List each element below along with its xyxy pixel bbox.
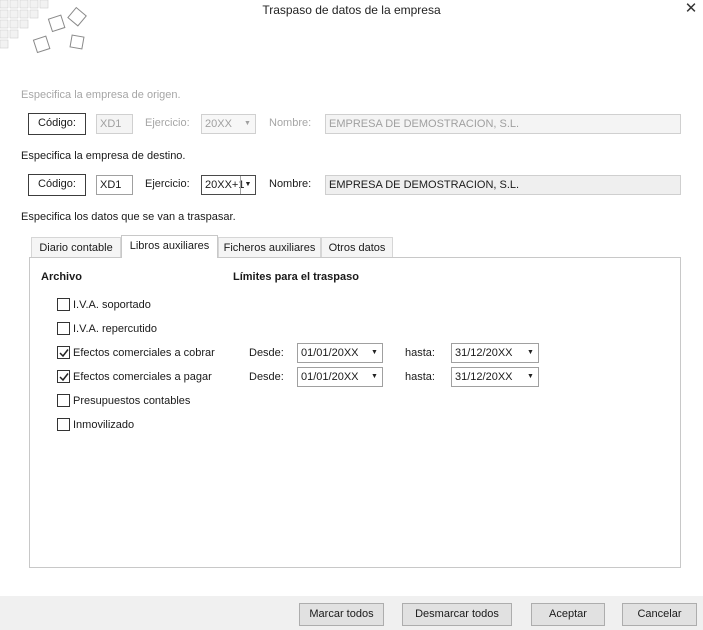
marcar-todos-button[interactable]: Marcar todos <box>299 603 384 626</box>
efectos-pagar-desde-select[interactable]: 01/01/20XX ▼ <box>297 367 383 387</box>
limites-header: Límites para el traspaso <box>233 271 359 283</box>
efectos-pagar-hasta-label: hasta: <box>405 371 435 383</box>
presupuestos-label: Presupuestos contables <box>73 395 191 407</box>
window-title: Traspaso de datos de la empresa <box>262 3 441 17</box>
destino-nombre-field: EMPRESA DE DEMOSTRACION, S.L. <box>325 175 681 195</box>
destino-section-label: Especifica la empresa de destino. <box>21 150 186 162</box>
iva-repercutido-checkbox[interactable] <box>57 322 70 335</box>
chevron-down-icon: ▼ <box>371 349 378 356</box>
list-item-iva-repercutido: I.V.A. repercutido <box>57 322 237 338</box>
aceptar-button[interactable]: Aceptar <box>531 603 605 626</box>
efectos-cobrar-desde-value: 01/01/20XX <box>301 347 359 359</box>
origen-section-label: Especifica la empresa de origen. <box>21 89 181 101</box>
iva-repercutido-label: I.V.A. repercutido <box>73 323 157 335</box>
efectos-pagar-hasta-value: 31/12/20XX <box>455 371 513 383</box>
efectos-cobrar-hasta-select[interactable]: 31/12/20XX ▼ <box>451 343 539 363</box>
iva-soportado-label: I.V.A. soportado <box>73 299 151 311</box>
chevron-down-icon: ▼ <box>527 349 534 356</box>
efectos-pagar-hasta-select[interactable]: 31/12/20XX ▼ <box>451 367 539 387</box>
tab-libros-auxiliares[interactable]: Libros auxiliares <box>121 235 218 258</box>
chevron-down-icon: ▼ <box>240 176 255 194</box>
efectos-cobrar-checkbox[interactable] <box>57 346 70 359</box>
efectos-pagar-desde-value: 01/01/20XX <box>301 371 359 383</box>
checkmark-icon <box>59 373 69 382</box>
list-item-efectos-cobrar: Efectos comerciales a cobrar <box>57 346 237 362</box>
list-item-iva-soportado: I.V.A. soportado <box>57 298 237 314</box>
list-item-inmovilizado: Inmovilizado <box>57 418 237 434</box>
destino-codigo-field[interactable]: XD1 <box>96 175 133 195</box>
origen-codigo-button[interactable]: Código: <box>28 113 86 135</box>
chevron-down-icon: ▼ <box>244 120 251 127</box>
efectos-cobrar-desde-label: Desde: <box>249 347 284 359</box>
efectos-pagar-checkbox[interactable] <box>57 370 70 383</box>
datos-section-label: Especifica los datos que se van a traspa… <box>21 211 236 223</box>
efectos-cobrar-label: Efectos comerciales a cobrar <box>73 347 215 359</box>
inmovilizado-checkbox[interactable] <box>57 418 70 431</box>
origen-nombre-label: Nombre: <box>269 117 312 129</box>
origen-codigo-field[interactable]: XD1 <box>96 114 133 134</box>
tab-otros-datos[interactable]: Otros datos <box>321 237 393 258</box>
cancelar-button[interactable]: Cancelar <box>622 603 697 626</box>
chevron-down-icon: ▼ <box>371 373 378 380</box>
presupuestos-checkbox[interactable] <box>57 394 70 407</box>
destino-ejercicio-select[interactable]: 20XX+1 ▼ <box>201 175 256 195</box>
efectos-cobrar-desde-select[interactable]: 01/01/20XX ▼ <box>297 343 383 363</box>
tab-diario-contable[interactable]: Diario contable <box>31 237 121 258</box>
efectos-pagar-label: Efectos comerciales a pagar <box>73 371 212 383</box>
list-item-efectos-pagar: Efectos comerciales a pagar <box>57 370 237 386</box>
efectos-cobrar-hasta-value: 31/12/20XX <box>455 347 513 359</box>
origen-ejercicio-select[interactable]: 20XX ▼ <box>201 114 256 134</box>
destino-ejercicio-value: 20XX+1 <box>205 179 245 191</box>
destino-codigo-button[interactable]: Código: <box>28 174 86 196</box>
origen-ejercicio-label: Ejercicio: <box>145 117 190 129</box>
efectos-pagar-desde-label: Desde: <box>249 371 284 383</box>
efectos-cobrar-hasta-label: hasta: <box>405 347 435 359</box>
desmarcar-todos-button[interactable]: Desmarcar todos <box>402 603 512 626</box>
inmovilizado-label: Inmovilizado <box>73 419 135 431</box>
archivo-header: Archivo <box>41 271 82 283</box>
close-icon[interactable]: ✕ <box>681 0 701 17</box>
list-item-presupuestos: Presupuestos contables <box>57 394 237 410</box>
origen-ejercicio-value: 20XX <box>205 118 232 130</box>
destino-nombre-label: Nombre: <box>269 178 312 190</box>
iva-soportado-checkbox[interactable] <box>57 298 70 311</box>
origen-nombre-field: EMPRESA DE DEMOSTRACION, S.L. <box>325 114 681 134</box>
destino-ejercicio-label: Ejercicio: <box>145 178 190 190</box>
chevron-down-icon: ▼ <box>527 373 534 380</box>
tab-ficheros-auxiliares[interactable]: Ficheros auxiliares <box>218 237 321 258</box>
checkmark-icon <box>59 349 69 358</box>
